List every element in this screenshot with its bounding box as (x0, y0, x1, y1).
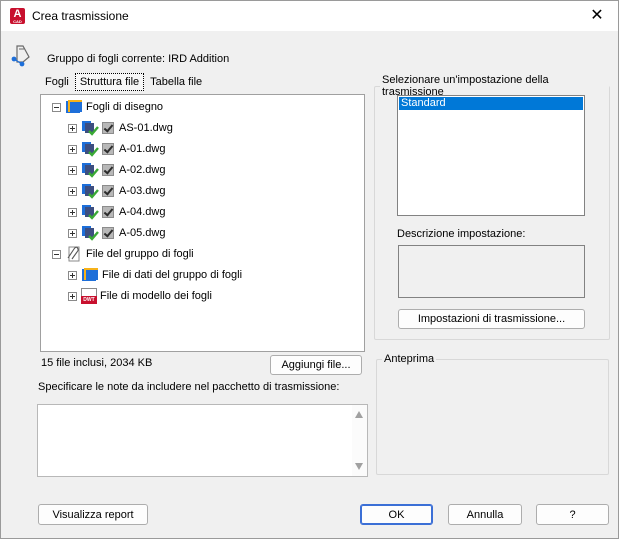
expand-icon[interactable] (68, 186, 77, 196)
tree-node-sheet[interactable]: A-01.dwg (68, 140, 165, 158)
dwt-template-icon: DWT (81, 288, 97, 304)
tree-node-sheet-template[interactable]: DWT File di modello dei fogli (68, 287, 212, 305)
tree-node-sheet[interactable]: AS-01.dwg (68, 119, 173, 137)
tree-node-label: File di modello dei fogli (100, 290, 212, 302)
sheet-checkbox[interactable] (102, 122, 114, 134)
view-report-button[interactable]: Visualizza report (38, 504, 148, 525)
tab-strip: Fogli Struttura file Tabella file (41, 73, 208, 92)
expand-icon[interactable] (68, 165, 77, 175)
add-file-button[interactable]: Aggiungi file... (270, 355, 362, 375)
preview-group-label: Anteprima (384, 353, 435, 365)
tree-node-label: File del gruppo di fogli (86, 248, 194, 260)
tree-node-sheetset-data[interactable]: File di dati del gruppo di fogli (68, 266, 242, 284)
expand-icon[interactable] (68, 270, 77, 280)
expand-icon[interactable] (68, 291, 77, 301)
close-icon[interactable]: ✕ (584, 4, 610, 28)
sheet-checkbox[interactable] (102, 143, 114, 155)
sheets-folder-icon (66, 100, 82, 113)
dwt-badge: DWT (81, 296, 97, 304)
notes-scrollbar[interactable] (352, 405, 367, 476)
tab-files-table[interactable]: Tabella file (146, 74, 206, 92)
tree-node-label: File di dati del gruppo di fogli (102, 269, 243, 281)
cancel-button[interactable]: Annulla (448, 504, 522, 525)
transmittal-setups-button[interactable]: Impostazioni di trasmissione... (398, 309, 585, 329)
paperclip-icon (67, 246, 80, 262)
expand-icon[interactable] (68, 144, 77, 154)
sheet-check-icon (82, 226, 99, 241)
collapse-icon[interactable] (52, 102, 61, 112)
setup-listbox[interactable]: Standard (397, 95, 585, 216)
expand-icon[interactable] (68, 207, 77, 217)
scroll-up-icon[interactable] (355, 411, 363, 418)
tree-node-label: A-03.dwg (119, 185, 166, 197)
tab-sheets[interactable]: Fogli (41, 74, 73, 92)
sheet-checkbox[interactable] (102, 185, 114, 197)
preview-group: Anteprima (376, 353, 609, 475)
scroll-down-icon[interactable] (355, 463, 363, 470)
tree-node-label: A-05.dwg (119, 227, 166, 239)
sheet-check-icon (82, 205, 99, 220)
tree-node-label: A-04.dwg (119, 206, 166, 218)
create-transmittal-dialog: A CAD Crea trasmissione ✕ Gruppo di fogl… (0, 0, 619, 539)
sheet-check-icon (82, 184, 99, 199)
autocad-logo-icon: A CAD (10, 8, 25, 24)
tree-node-sheetset-files[interactable]: File del gruppo di fogli (52, 245, 194, 263)
tree-node-sheet[interactable]: A-05.dwg (68, 224, 165, 242)
collapse-icon[interactable] (52, 249, 61, 259)
ok-button[interactable]: OK (360, 504, 433, 525)
tree-node-label: AS-01.dwg (119, 122, 173, 134)
setup-option-standard[interactable]: Standard (399, 97, 583, 110)
sheet-check-icon (82, 163, 99, 178)
files-tree-view[interactable]: Fogli di disegno AS-01.dwg A-01.dwg A-02… (40, 94, 365, 352)
window-title: Crea trasmissione (32, 9, 129, 23)
sheet-checkbox[interactable] (102, 206, 114, 218)
files-summary: 15 file inclusi, 2034 KB (41, 357, 153, 369)
setup-description-box (398, 245, 585, 298)
setup-description-label: Descrizione impostazione: (397, 228, 526, 240)
tab-files-tree[interactable]: Struttura file (74, 73, 145, 91)
tree-node-sheet[interactable]: A-04.dwg (68, 203, 165, 221)
notes-label: Specificare le note da includere nel pac… (38, 381, 340, 393)
sheet-check-icon (82, 121, 99, 136)
tree-node-label: Fogli di disegno (86, 101, 164, 113)
tree-node-label: A-01.dwg (119, 143, 166, 155)
help-button[interactable]: ? (536, 504, 609, 525)
sheet-check-icon (82, 142, 99, 157)
notes-textarea[interactable] (37, 404, 368, 477)
sheetset-data-icon (82, 268, 98, 281)
sheet-checkbox[interactable] (102, 164, 114, 176)
tree-node-sheets[interactable]: Fogli di disegno (52, 98, 163, 116)
logo-sub: CAD (13, 19, 22, 24)
tree-node-sheet[interactable]: A-03.dwg (68, 182, 165, 200)
sheet-checkbox[interactable] (102, 227, 114, 239)
expand-icon[interactable] (68, 123, 77, 133)
title-bar[interactable]: A CAD Crea trasmissione ✕ (1, 1, 618, 31)
tree-node-label: A-02.dwg (119, 164, 166, 176)
sheetset-network-icon (11, 45, 30, 67)
current-sheetset-label: Gruppo di fogli corrente: IRD Addition (47, 53, 230, 65)
expand-icon[interactable] (68, 228, 77, 238)
tree-node-sheet[interactable]: A-02.dwg (68, 161, 165, 179)
